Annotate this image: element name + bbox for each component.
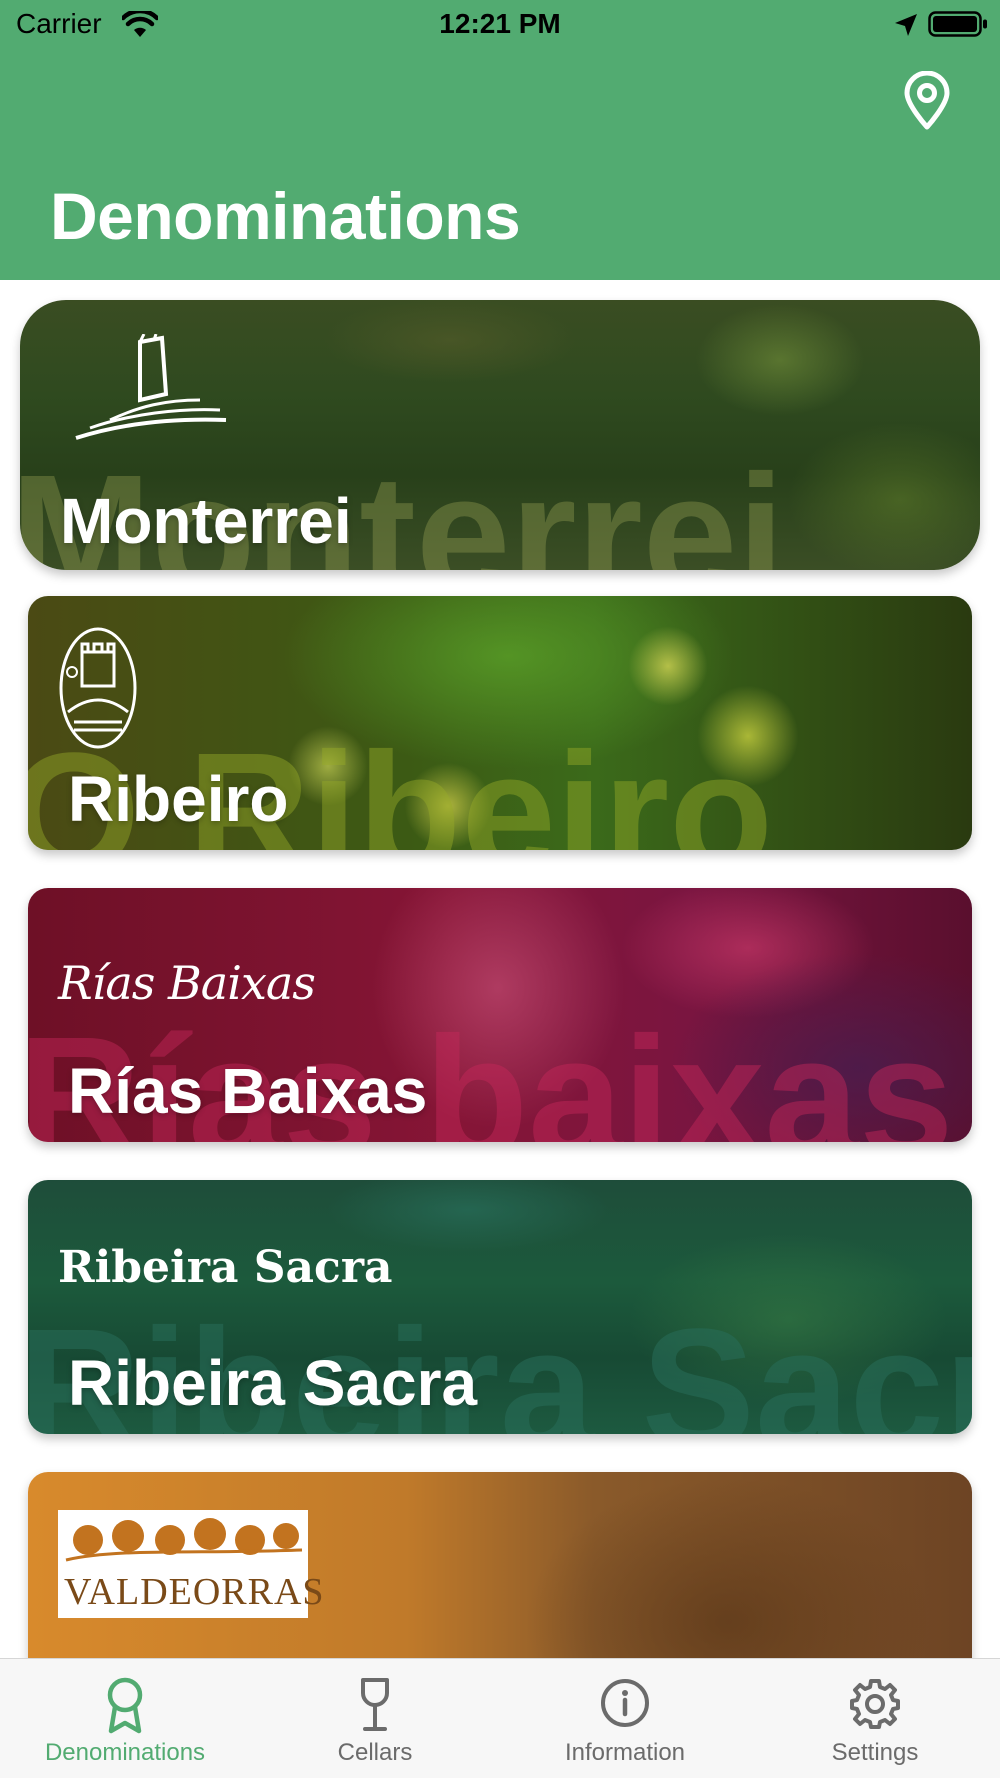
card-title: Ribeiro [68, 763, 289, 835]
gear-icon [750, 1677, 1000, 1733]
denomination-card-rias-baixas[interactable]: Rías baixas Rías Baixas Rías Baixas [28, 888, 972, 1142]
rias-baixas-logo: Rías Baixas [58, 956, 316, 1010]
tab-label: Information [564, 1739, 686, 1766]
award-ribbon-icon [0, 1677, 250, 1734]
info-circle-icon [500, 1677, 750, 1733]
ribeiro-seal-logo [58, 626, 138, 755]
denomination-card-monterrei[interactable]: Monterrei Monterrei [20, 300, 980, 570]
status-bar: Carrier 12:21 PM [0, 0, 1000, 50]
ribeira-sacra-logo: Ribeira Sacra [58, 1242, 393, 1293]
monterrei-logo [70, 333, 230, 449]
denomination-card-ribeiro[interactable]: O Ribeiro Ribeiro [28, 596, 972, 850]
valdeorras-logo: VALDEORRAS [58, 1510, 324, 1618]
denomination-card-ribeira-sacra[interactable]: Ribeira Sacra Ribeira Sacra Ribeira Sacr… [28, 1180, 972, 1434]
tab-information[interactable]: Information [500, 1659, 750, 1778]
denomination-card-valdeorras[interactable]: Valdeorras VALDEORRAS [28, 1472, 972, 1658]
tab-cellars[interactable]: Cellars [250, 1659, 500, 1778]
navigation-header: Carrier 12:21 PM Denominations [0, 0, 1000, 280]
tab-label: Cellars [337, 1739, 413, 1766]
tab-label: Denominations [44, 1739, 206, 1766]
map-pin-icon [902, 70, 952, 136]
wine-glass-icon [250, 1677, 500, 1733]
page-title: Denominations [50, 179, 521, 253]
tab-label: Settings [831, 1739, 919, 1766]
card-title: Ribeira Sacra [68, 1347, 478, 1419]
card-title: Rías Baixas [68, 1055, 428, 1127]
tab-bar: Denominations Cellars Information Settin… [0, 1658, 1000, 1778]
battery-icon [928, 11, 988, 37]
location-arrow-icon [893, 12, 919, 45]
clock-label: 12:21 PM [439, 8, 561, 39]
map-button[interactable] [896, 70, 958, 136]
tab-denominations[interactable]: Denominations [0, 1659, 250, 1778]
tab-settings[interactable]: Settings [750, 1659, 1000, 1778]
denominations-list[interactable]: Monterrei Monterrei O Ribeiro Ribeiro Rí… [0, 280, 1000, 1658]
card-title: Monterrei [60, 485, 352, 557]
card-watermark: Valdeorras [28, 1642, 887, 1658]
valdeorras-logo-text: VALDEORRAS [64, 1571, 325, 1613]
